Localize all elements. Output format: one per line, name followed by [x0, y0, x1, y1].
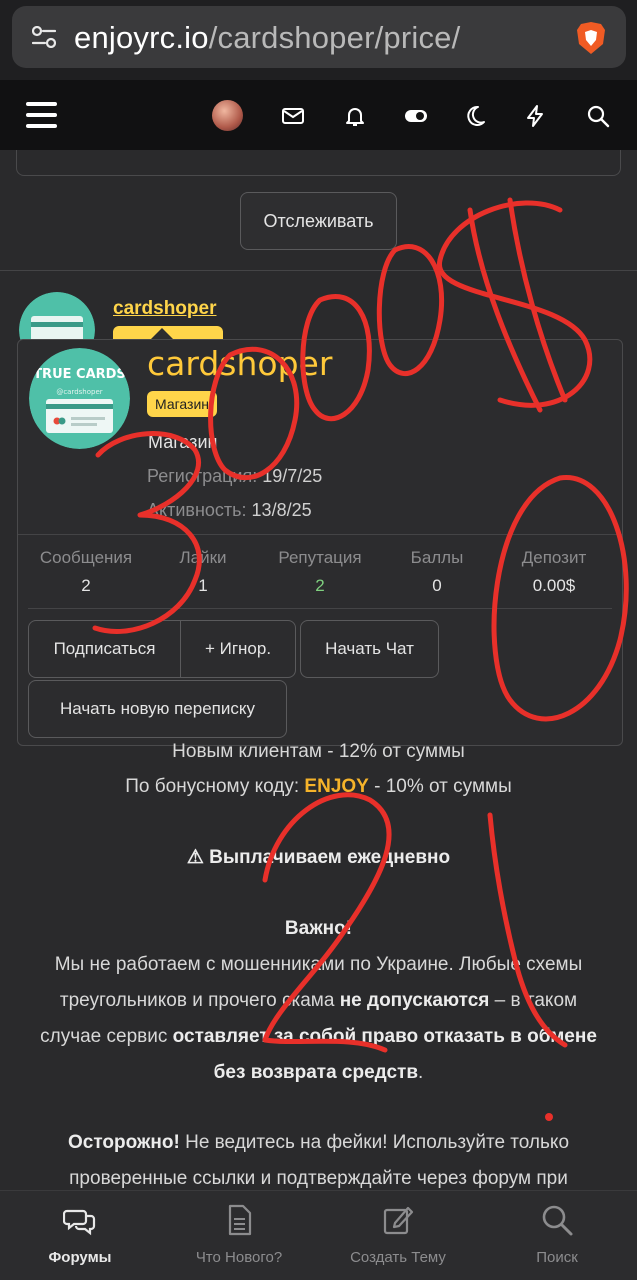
moon-icon[interactable] — [463, 104, 487, 128]
text-run: случае сервис — [40, 1026, 173, 1047]
bonus-code: ENJOY — [304, 776, 369, 797]
text-run-bold: оставляет за собой право отказать в обме… — [172, 1026, 597, 1047]
divider — [28, 608, 612, 609]
registration-date: 19/7/25 — [262, 466, 323, 486]
profile-role-badge: Магазин — [147, 391, 218, 417]
site-settings-icon[interactable] — [32, 26, 56, 48]
bonus-suffix: - 10% от суммы — [368, 776, 512, 797]
profile-registration: Регистрация: 19/7/25 — [147, 466, 322, 487]
subscribe-button[interactable]: Подписаться — [29, 621, 181, 677]
follow-ignore-group: Подписаться + Игнор. — [28, 620, 296, 678]
toggle-icon[interactable] — [404, 104, 428, 128]
search-icon[interactable] — [586, 104, 610, 128]
activity-date: 13/8/25 — [251, 500, 312, 520]
stat-messages[interactable]: Сообщения 2 — [28, 548, 144, 596]
comments-icon — [63, 1209, 96, 1236]
address-bar[interactable]: enjoyrc.io/cardshoper/price/ — [12, 6, 626, 68]
stat-likes[interactable]: Лайки 1 — [145, 548, 261, 596]
text-run: Не ведитесь на фейки! Используйте только — [179, 1132, 570, 1153]
paragraph-line: треугольников и прочего скама не допуска… — [0, 983, 637, 1019]
stat-label: Лайки — [179, 548, 227, 567]
edit-icon — [383, 1206, 414, 1235]
svg-text:TRUE CARDS: TRUE CARDS — [33, 367, 126, 382]
profile-user-title: Магазин — [148, 432, 218, 452]
nav-label: Создать Тему — [350, 1249, 446, 1266]
important-heading: Важно! — [284, 918, 353, 939]
url-host: enjoyrc.io — [74, 20, 209, 55]
stat-reputation[interactable]: Репутация 2 — [262, 548, 378, 596]
activity-label: Активность: — [147, 500, 247, 520]
stat-label: Репутация — [278, 548, 362, 567]
mail-icon[interactable] — [281, 104, 305, 128]
start-chat-button[interactable]: Начать Чат — [300, 620, 439, 678]
bolt-icon[interactable] — [523, 104, 547, 128]
ignore-button[interactable]: + Игнор. — [181, 621, 295, 677]
start-conversation-button[interactable]: Начать новую переписку — [28, 680, 287, 738]
bonus-prefix: По бонусному коду: — [125, 776, 305, 797]
profile-last-activity: Активность: 13/8/25 — [147, 500, 312, 521]
stat-label: Баллы — [410, 548, 464, 567]
document-icon — [228, 1204, 252, 1236]
paragraph-line: Осторожно! Не ведитесь на фейки! Использ… — [0, 1125, 637, 1161]
stat-value: 2 — [81, 576, 91, 595]
stat-deposit[interactable]: Депозит 0.00$ — [496, 548, 612, 596]
browser-toolbar: enjoyrc.io/cardshoper/price/ — [0, 0, 637, 80]
avatar[interactable] — [212, 100, 243, 131]
url-text[interactable]: enjoyrc.io/cardshoper/price/ — [74, 20, 460, 56]
paragraph-line: Мы не работаем с мошенниками по Украине.… — [54, 954, 583, 975]
paragraph-line: случае сервис оставляет за собой право о… — [0, 1019, 637, 1055]
url-path: /cardshoper/price/ — [208, 20, 461, 55]
stat-value: 0 — [432, 576, 442, 595]
profile-avatar[interactable]: TRUE CARDS @cardshoper — [29, 348, 130, 449]
svg-text:@cardshoper: @cardshoper — [56, 388, 102, 396]
bonus-code-line: По бонусному коду: ENJOY - 10% от суммы — [0, 769, 637, 805]
brave-shield-icon[interactable] — [574, 20, 608, 56]
bell-icon[interactable] — [343, 104, 367, 128]
registration-label: Регистрация: — [147, 466, 258, 486]
stat-label: Депозит — [521, 548, 587, 567]
previous-card — [16, 150, 621, 176]
text-run: . — [418, 1062, 424, 1083]
stat-value: 2 — [315, 576, 325, 595]
bottom-navigation: Форумы Что Нового? Создать Тему Поиск — [0, 1190, 637, 1280]
text-run-bold: без возврата средств — [213, 1062, 419, 1083]
stat-points[interactable]: Баллы 0 — [379, 548, 495, 596]
menu-icon[interactable] — [26, 102, 57, 128]
nav-label: Что Нового? — [195, 1249, 283, 1266]
text-run: – в таком — [489, 990, 578, 1011]
new-clients-line: Новым клиентам - 12% от суммы — [172, 741, 465, 762]
follow-button[interactable]: Отслеживать — [240, 192, 397, 250]
nav-label: Поиск — [536, 1249, 578, 1266]
profile-username[interactable]: cardshoper — [147, 344, 332, 383]
stat-label: Сообщения — [39, 548, 133, 567]
profile-tooltip: TRUE CARDS @cardshoper cardshoper Магази… — [17, 339, 623, 746]
stat-value: 0.00$ — [532, 576, 576, 595]
profile-stats: Сообщения 2 Лайки 1 Репутация 2 Баллы 0 … — [28, 548, 612, 596]
stat-value: 1 — [198, 576, 208, 595]
nav-label: Форумы — [48, 1249, 112, 1266]
text-run-bold: Осторожно! — [67, 1132, 180, 1153]
divider — [0, 270, 637, 271]
paragraph-line: без возврата средств. — [0, 1055, 637, 1091]
text-run: треугольников и прочего скама — [59, 990, 340, 1011]
daily-payout-line: ⚠ Выплачиваем ежедневно — [186, 847, 451, 868]
divider — [18, 534, 622, 535]
post-author-link[interactable]: cardshoper — [113, 298, 216, 320]
text-run-bold: не допускаются — [339, 990, 490, 1011]
search-icon — [542, 1205, 573, 1236]
